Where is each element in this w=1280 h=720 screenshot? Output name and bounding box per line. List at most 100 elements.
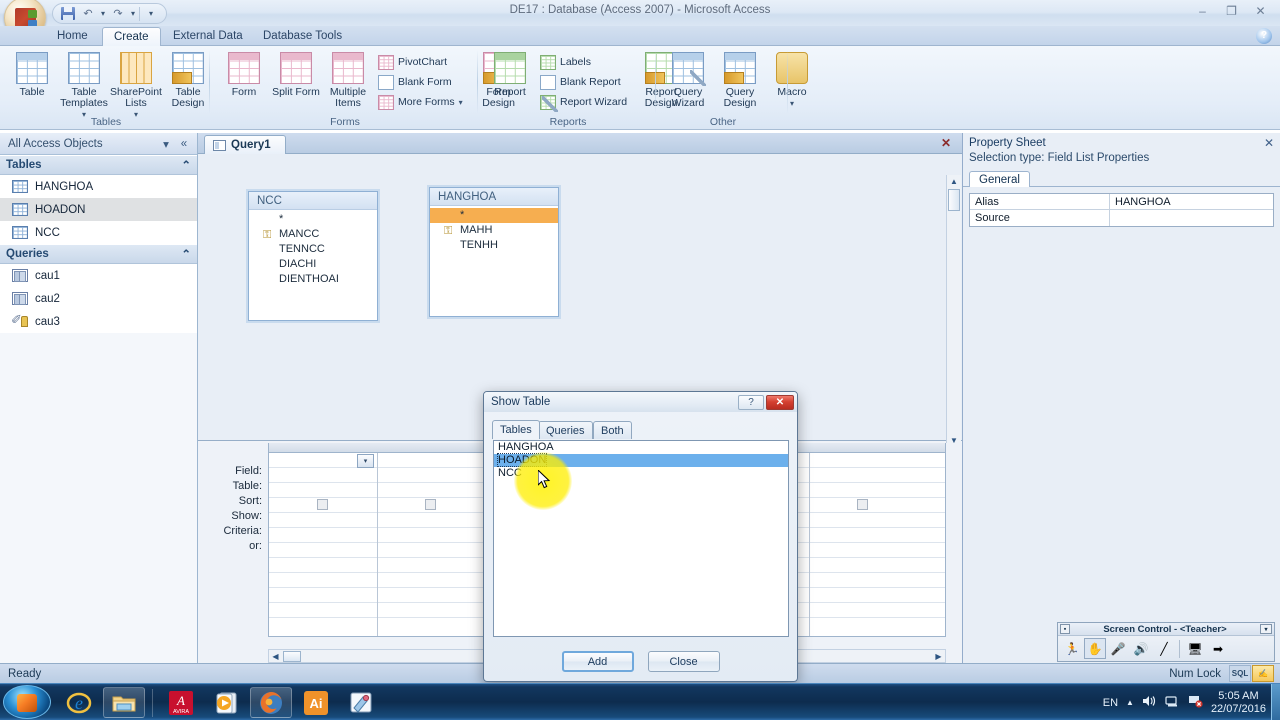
field-dropdown-button[interactable]: ▾ [357, 454, 374, 468]
table-list[interactable]: HANGHOA HOADON NCC [493, 440, 789, 637]
dialog-tab-tables[interactable]: Tables [492, 420, 540, 439]
show-checkbox[interactable] [425, 499, 436, 510]
field-row[interactable]: TENHH [430, 238, 558, 253]
tab-general[interactable]: General [969, 171, 1030, 187]
tab-home[interactable]: Home [46, 27, 99, 46]
more-forms-button[interactable]: More Forms ▾ [374, 92, 467, 112]
field-row[interactable]: ⚿ MAHH [430, 223, 558, 238]
pen-icon[interactable]: ╱ [1153, 638, 1175, 659]
exit-icon[interactable]: ➡ [1207, 638, 1229, 659]
show-checkbox[interactable] [857, 499, 868, 510]
minimize-button[interactable]: – [1189, 2, 1216, 20]
scroll-left-icon[interactable]: ◀ [269, 652, 282, 661]
blank-form-button[interactable]: Blank Form [374, 72, 467, 92]
media-player-icon[interactable] [205, 687, 247, 718]
property-row-alias[interactable]: Alias HANGHOA [970, 194, 1273, 210]
hand-icon[interactable]: ✋ [1084, 638, 1106, 659]
property-row-source[interactable]: Source [970, 210, 1273, 226]
start-button[interactable] [3, 685, 51, 719]
field-row[interactable]: DIACHI [249, 257, 377, 272]
table-button[interactable]: Table [6, 48, 58, 98]
tab-query1[interactable]: Query1 [204, 135, 286, 154]
list-item-selected[interactable]: HOADON [494, 453, 788, 467]
clock[interactable]: 5:05 AM 22/07/2016 [1211, 690, 1266, 716]
list-item[interactable]: NCC [494, 467, 788, 480]
tab-database-tools[interactable]: Database Tools [252, 27, 353, 46]
split-form-button[interactable]: Split Form [270, 48, 322, 98]
language-indicator[interactable]: EN [1103, 697, 1118, 709]
collapse-pane-icon[interactable]: « [175, 138, 193, 150]
table-templates-button[interactable]: Table Templates ▾ [58, 48, 110, 120]
firefox-icon[interactable] [250, 687, 292, 718]
field-list-hanghoa[interactable]: HANGHOA * ⚿ MAHH TENHH [429, 187, 559, 317]
dialog-tab-both[interactable]: Both [593, 421, 632, 439]
scrollbar-thumb[interactable] [283, 650, 301, 662]
query-wizard-button[interactable]: Query Wizard [662, 48, 714, 109]
illustrator-icon[interactable]: Ai [295, 687, 337, 718]
close-icon[interactable]: ✕ [766, 394, 794, 410]
field-row[interactable]: ⚿ MANCC [249, 227, 377, 242]
scroll-up-icon[interactable]: ▲ [947, 175, 961, 189]
help-icon[interactable]: ? [1256, 28, 1272, 44]
chevron-up-icon[interactable]: ⌃ [181, 247, 191, 261]
tab-create[interactable]: Create [102, 27, 161, 46]
speaker-icon[interactable]: 🔊 [1130, 638, 1152, 659]
sidebar-item-hanghoa[interactable]: HANGHOA [0, 175, 197, 198]
field-row-selected[interactable]: * [430, 208, 558, 223]
field-row[interactable]: DIENTHOAI [249, 272, 377, 287]
macro-button[interactable]: Macro ▾ [766, 48, 818, 109]
close-button[interactable]: Close [647, 651, 720, 672]
scroll-right-icon[interactable]: ▶ [932, 652, 945, 661]
sidebar-item-cau3[interactable]: cau3 [0, 310, 197, 333]
close-document-icon[interactable]: ✕ [938, 135, 954, 151]
show-hidden-icons-icon[interactable]: ▲ [1126, 698, 1134, 707]
property-value[interactable] [1110, 210, 1273, 226]
dialog-tab-queries[interactable]: Queries [538, 421, 593, 439]
run-student-icon[interactable]: 🏃 [1061, 638, 1083, 659]
sharepoint-lists-button[interactable]: SharePoint Lists ▾ [110, 48, 162, 120]
report-wizard-button[interactable]: Report Wizard [536, 92, 631, 112]
nav-group-queries[interactable]: Queries ⌃ [0, 244, 197, 264]
sidebar-item-hoadon[interactable]: HOADON [0, 198, 197, 221]
sidebar-item-cau1[interactable]: cau1 [0, 264, 197, 287]
design-view-icon[interactable]: ✍ [1252, 665, 1274, 682]
labels-button[interactable]: Labels [536, 52, 631, 72]
query-design-button[interactable]: Query Design [714, 48, 766, 109]
network-icon[interactable] [1165, 694, 1180, 711]
maximize-button[interactable]: ❐ [1218, 2, 1245, 20]
show-desktop-button[interactable] [1271, 684, 1280, 720]
action-center-icon[interactable] [1188, 694, 1203, 711]
volume-icon[interactable] [1142, 694, 1157, 711]
tab-external-data[interactable]: External Data [162, 27, 254, 46]
avira-icon[interactable]: A AVIRA [160, 687, 202, 718]
property-value[interactable]: HANGHOA [1110, 194, 1273, 209]
chevron-down-icon[interactable]: ▾ [1260, 624, 1272, 634]
navigation-pane-header[interactable]: All Access Objects ▾ « [0, 133, 197, 155]
blank-report-button[interactable]: Blank Report [536, 72, 631, 92]
report-button[interactable]: Report [484, 48, 536, 98]
sql-view-icon[interactable]: SQL [1229, 665, 1251, 682]
sidebar-item-cau2[interactable]: cau2 [0, 287, 197, 310]
form-button[interactable]: Form [218, 48, 270, 98]
table-design-button[interactable]: Table Design [162, 48, 214, 109]
windows-explorer-icon[interactable] [103, 687, 145, 718]
microphone-icon[interactable]: 🎤 [1107, 638, 1129, 659]
field-list-ncc[interactable]: NCC * ⚿ MANCC TENNCC DIACHI DIENTHOAI [248, 191, 378, 321]
nav-group-tables[interactable]: Tables ⌃ [0, 155, 197, 175]
add-button[interactable]: Add [561, 651, 634, 672]
sidebar-item-ncc[interactable]: NCC [0, 221, 197, 244]
chevron-down-icon[interactable]: ▾ [157, 137, 175, 151]
show-checkbox[interactable] [317, 499, 328, 510]
list-item[interactable]: HANGHOA [494, 441, 788, 454]
show-table-dialog[interactable]: Show Table ? ✕ Tables Queries Both HANGH… [483, 391, 798, 682]
internet-explorer-icon[interactable]: e [58, 687, 100, 718]
multiple-items-button[interactable]: Multiple Items [322, 48, 374, 109]
scrollbar-thumb[interactable] [948, 189, 960, 211]
help-icon[interactable]: ? [738, 394, 764, 410]
paint-icon[interactable] [340, 687, 382, 718]
pivotchart-button[interactable]: PivotChart [374, 52, 467, 72]
chevron-up-icon[interactable]: ⌃ [181, 158, 191, 172]
screen-control-toolbar[interactable]: ▪ Screen Control - <Teacher> ▾ 🏃 ✋ 🎤 🔊 ╱… [1057, 622, 1275, 662]
close-icon[interactable]: ✕ [1264, 136, 1274, 150]
system-menu-icon[interactable]: ▪ [1060, 624, 1070, 634]
